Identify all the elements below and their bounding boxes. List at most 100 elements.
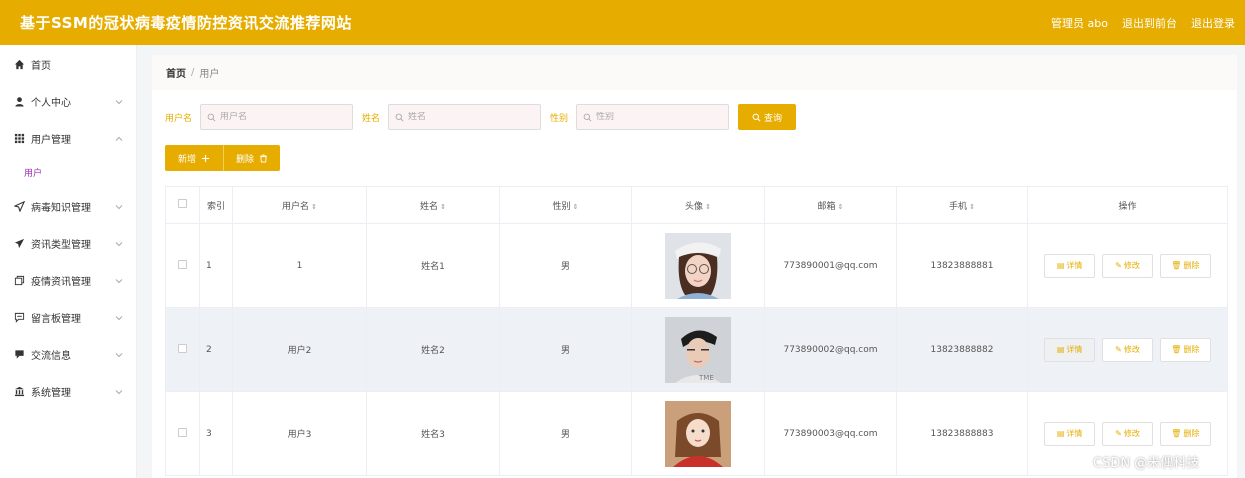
breadcrumb-separator: / <box>191 67 195 78</box>
search-icon <box>583 113 592 121</box>
detail-button[interactable]: ▤ 详情 <box>1044 253 1096 278</box>
user-table: 索引 用户名 ⇕ 姓名 ⇕ 性别 ⇕ 头像 ⇕ 邮箱 ⇕ 手机 ⇕ 操作 1 1 姓名1 男 <box>165 186 1228 476</box>
logout-link[interactable]: 退出登录 <box>1191 15 1235 31</box>
watermark: CSDN @米偶科技 <box>1093 456 1200 471</box>
sidebar-item-label: 首页 <box>31 61 51 72</box>
sidebar-item-user-management[interactable]: 用户管理 <box>0 120 136 157</box>
chevron-down-icon <box>115 204 123 209</box>
cell-email: 773890001@qq.com <box>764 223 897 308</box>
table-row: 1 1 姓名1 男 773890001@qq.com 13823888881 ▤… <box>165 223 1228 308</box>
query-button[interactable]: 查询 <box>738 104 797 130</box>
sidebar-item-virus-knowledge[interactable]: 病毒知识管理 <box>0 188 136 225</box>
edit-label: 修改 <box>1123 345 1140 354</box>
col-name-label: 姓名 <box>420 201 439 212</box>
chat-icon <box>13 349 25 361</box>
edit-label: 修改 <box>1123 429 1140 438</box>
col-avatar[interactable]: 头像 ⇕ <box>631 186 765 224</box>
edit-icon: ✎ <box>1115 261 1122 270</box>
col-email-label: 邮箱 <box>817 201 836 212</box>
sidebar-item-label: 留言板管理 <box>31 314 81 325</box>
detail-label: 详情 <box>1066 429 1083 438</box>
chevron-down-icon <box>115 241 123 246</box>
sort-icon: ⇕ <box>311 202 317 211</box>
sidebar-subitem-user[interactable]: 用户 <box>0 157 136 188</box>
detail-label: 详情 <box>1066 261 1083 270</box>
col-ops: 操作 <box>1027 186 1228 224</box>
username-search-input[interactable] <box>220 112 351 122</box>
batch-delete-button[interactable]: 删除 <box>223 145 280 171</box>
col-email[interactable]: 邮箱 ⇕ <box>764 186 897 224</box>
sidebar-item-personal-center[interactable]: 个人中心 <box>0 83 136 120</box>
table-actions: 新增 删除 <box>165 145 280 171</box>
edit-button[interactable]: ✎ 修改 <box>1102 337 1153 362</box>
detail-button[interactable]: ▤ 详情 <box>1044 421 1096 446</box>
col-username[interactable]: 用户名 ⇕ <box>232 186 367 224</box>
trash-icon <box>260 153 267 163</box>
trash-icon: 🗑 <box>1171 345 1182 354</box>
add-button[interactable]: 新增 <box>165 145 223 171</box>
delete-button[interactable]: 🗑 删除 <box>1159 337 1211 362</box>
edit-button[interactable]: ✎ 修改 <box>1102 253 1153 278</box>
name-filter-field <box>388 104 542 130</box>
select-all-checkbox[interactable] <box>178 199 187 208</box>
sidebar-item-system-management[interactable]: 系统管理 <box>0 373 136 410</box>
cell-name: 姓名3 <box>366 391 500 476</box>
avatar-image: ТМЕ <box>665 316 731 383</box>
cell-phone: 13823888881 <box>896 223 1028 308</box>
delete-label: 删除 <box>1183 429 1200 438</box>
sort-icon: ⇕ <box>572 202 579 211</box>
sidebar-item-label: 病毒知识管理 <box>31 203 91 214</box>
sidebar-item-exchange-info[interactable]: 交流信息 <box>0 336 136 373</box>
paper-plane-icon <box>13 238 25 250</box>
bank-icon <box>13 386 25 398</box>
sort-icon: ⇕ <box>969 202 975 211</box>
edit-label: 修改 <box>1123 261 1140 270</box>
add-button-label: 新增 <box>177 153 196 164</box>
row-checkbox[interactable] <box>178 343 187 353</box>
cell-index: 3 <box>199 391 233 476</box>
delete-label: 删除 <box>1183 345 1200 354</box>
row-checkbox[interactable] <box>178 427 187 437</box>
breadcrumb-home[interactable]: 首页 <box>166 65 186 80</box>
back-to-front-link[interactable]: 退出到前台 <box>1122 15 1177 31</box>
edit-button[interactable]: ✎ 修改 <box>1102 421 1153 446</box>
col-name[interactable]: 姓名 ⇕ <box>366 186 500 224</box>
sidebar-item-label: 个人中心 <box>31 98 71 109</box>
cell-gender: 男 <box>499 391 632 476</box>
gender-search-input[interactable] <box>596 112 727 122</box>
cell-index: 1 <box>199 223 233 308</box>
sidebar-item-message-board[interactable]: 留言板管理 <box>0 299 136 336</box>
sidebar-item-epidemic-news[interactable]: 疫情资讯管理 <box>0 262 136 299</box>
grid-icon <box>13 133 25 145</box>
row-checkbox[interactable] <box>178 259 187 269</box>
cell-email: 773890003@qq.com <box>764 391 897 476</box>
delete-button[interactable]: 🗑 删除 <box>1159 421 1211 446</box>
select-all-cell <box>165 186 200 224</box>
sidebar-item-label: 系统管理 <box>31 388 71 399</box>
sidebar-item-label: 交流信息 <box>31 351 71 362</box>
col-phone[interactable]: 手机 ⇕ <box>896 186 1028 224</box>
cell-gender: 男 <box>499 307 632 392</box>
plus-icon <box>201 154 210 162</box>
send-icon <box>13 201 25 213</box>
sidebar-item-label: 用户管理 <box>31 135 71 146</box>
site-title: 基于SSM的冠状病毒疫情防控资讯交流推荐网站 <box>20 14 352 32</box>
sidebar-item-news-type[interactable]: 资讯类型管理 <box>0 225 136 262</box>
row-select-cell <box>165 223 200 308</box>
user-icon <box>13 96 25 108</box>
sidebar: 首页 个人中心 用户管理 用户 病毒知识管理 资讯类型管理 疫情资讯管理 留言板… <box>0 45 137 478</box>
svg-text:ТМЕ: ТМЕ <box>698 374 714 382</box>
col-username-label: 用户名 <box>282 201 310 212</box>
col-index: 索引 <box>199 186 233 224</box>
col-phone-label: 手机 <box>949 201 968 212</box>
detail-icon: ▤ <box>1056 261 1065 270</box>
copy-icon <box>13 275 25 287</box>
name-search-input[interactable] <box>408 112 539 122</box>
gender-filter-field <box>576 104 730 130</box>
col-gender[interactable]: 性别 ⇕ <box>499 186 632 224</box>
search-icon <box>395 113 404 121</box>
sort-icon: ⇕ <box>705 202 711 211</box>
detail-button[interactable]: ▤ 详情 <box>1044 337 1096 362</box>
delete-button[interactable]: 🗑 删除 <box>1159 253 1211 278</box>
sidebar-item-home[interactable]: 首页 <box>0 46 136 83</box>
